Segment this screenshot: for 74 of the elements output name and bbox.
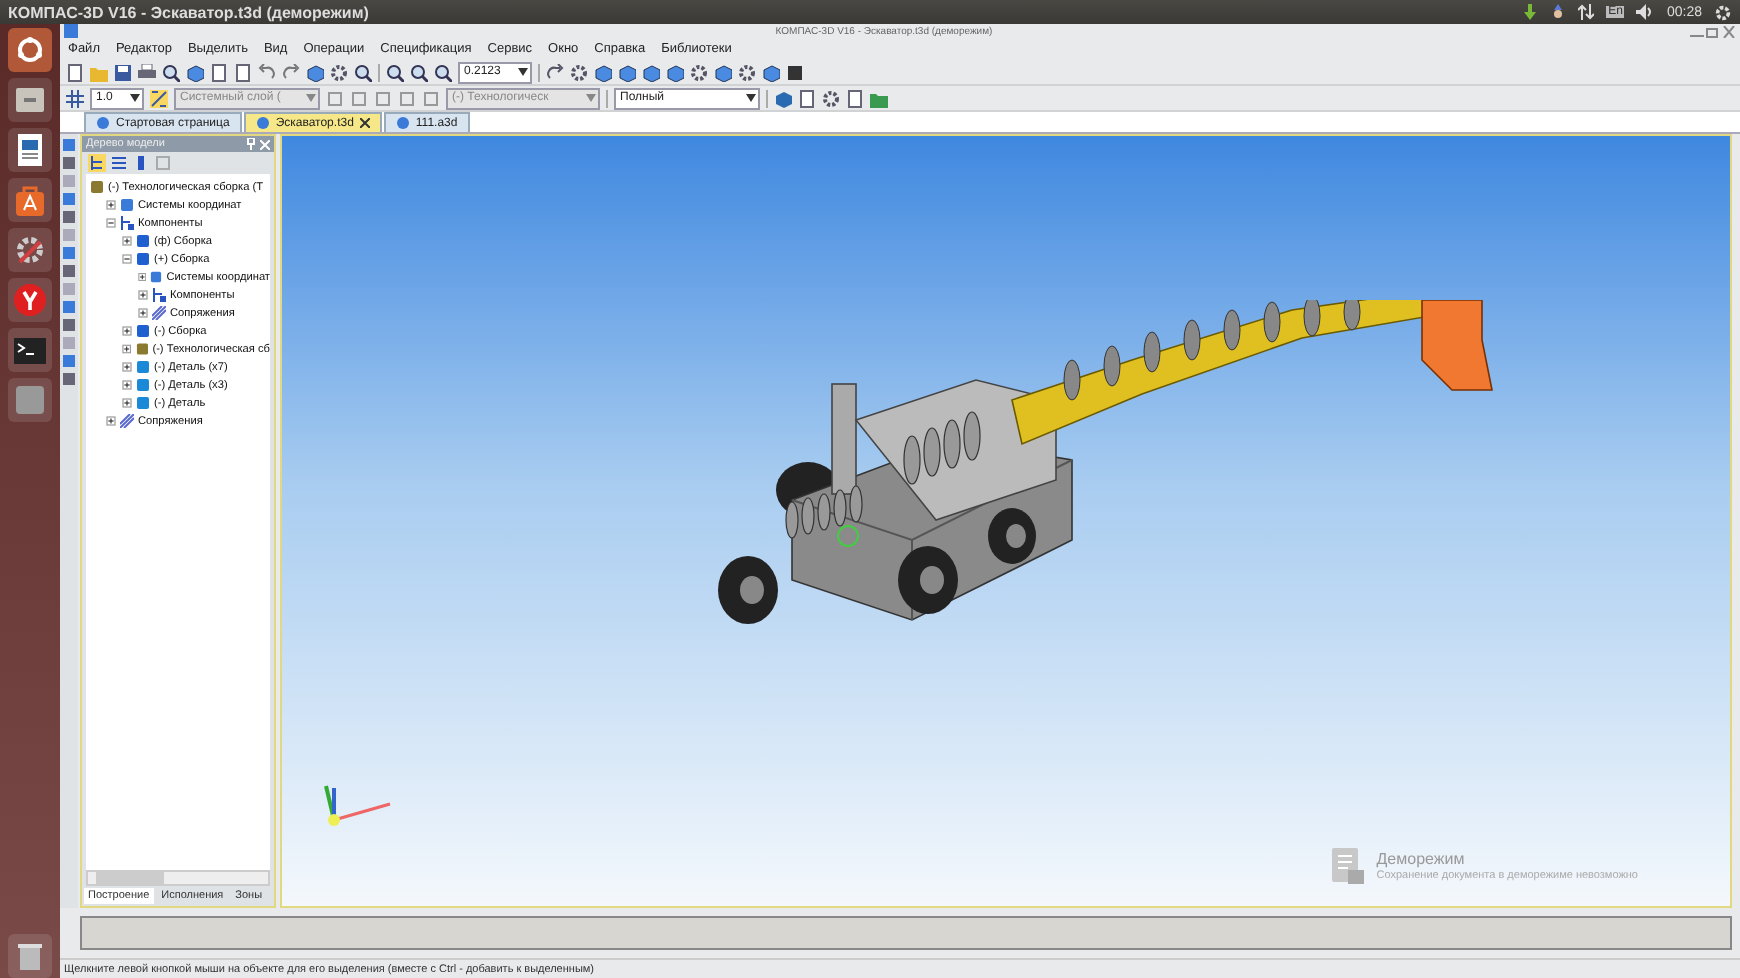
expand-toggle-icon[interactable] — [138, 308, 148, 318]
list-icon[interactable] — [110, 154, 128, 172]
download-arrow-icon[interactable] — [1522, 4, 1539, 20]
browser-button[interactable] — [8, 278, 52, 322]
home-button[interactable] — [8, 28, 52, 72]
expand-toggle-icon[interactable] — [122, 236, 132, 246]
caret-icon — [586, 94, 596, 102]
zoom-out-icon[interactable] — [434, 63, 452, 81]
expand-toggle-icon[interactable] — [122, 380, 132, 390]
software-center-button[interactable] — [8, 178, 52, 222]
horizontal-scrollbar[interactable] — [86, 870, 270, 886]
cube-icon[interactable] — [306, 63, 324, 81]
wizard-icon[interactable] — [1550, 4, 1567, 20]
document-icon — [16, 134, 44, 166]
terminal-icon — [14, 337, 46, 363]
locked-document-icon — [1330, 846, 1367, 886]
terminal-button[interactable] — [8, 328, 52, 372]
coordinate-system-icon — [120, 198, 134, 212]
expand-toggle-icon[interactable] — [122, 344, 132, 354]
snap-icon[interactable] — [150, 89, 168, 107]
component-icon — [120, 216, 134, 230]
power-gear-icon[interactable] — [1714, 3, 1732, 21]
tree-structure-icon[interactable] — [88, 154, 106, 172]
component-icon — [152, 288, 166, 302]
expand-toggle-icon[interactable] — [138, 290, 148, 300]
window-title: КОМПАС-3D V16 - Эскаватор.t3d (деморежим) — [8, 3, 369, 21]
document-icon — [255, 116, 270, 130]
settings-icon — [14, 234, 46, 266]
chain-icon — [120, 414, 134, 428]
close-icon[interactable] — [359, 118, 370, 128]
document-icon — [395, 116, 410, 130]
document-icon — [96, 116, 110, 130]
pin-icon[interactable] — [246, 138, 256, 150]
volume-icon[interactable] — [1636, 4, 1655, 20]
expand-toggle-icon[interactable] — [106, 416, 116, 426]
app-logo-icon — [64, 24, 78, 38]
gear-icon[interactable] — [330, 63, 348, 81]
expand-toggle-icon[interactable] — [122, 326, 132, 336]
ubuntu-logo-icon — [16, 36, 44, 64]
settings-button[interactable] — [8, 228, 52, 272]
expand-toggle-icon[interactable] — [122, 254, 132, 264]
file-cabinet-icon — [14, 86, 46, 114]
caret-icon — [746, 94, 756, 102]
zoom-in-icon[interactable] — [386, 63, 404, 81]
scrollbar-thumb[interactable] — [96, 872, 164, 884]
shopping-bag-icon — [14, 184, 46, 216]
help-button[interactable] — [8, 378, 52, 422]
redo-icon[interactable] — [282, 63, 300, 81]
restore-icon[interactable] — [1705, 25, 1720, 37]
caret-icon — [130, 94, 140, 102]
expand-toggle-icon[interactable] — [106, 218, 116, 228]
caret-icon — [518, 68, 528, 76]
expand-toggle-icon[interactable] — [122, 362, 132, 372]
trash-icon — [18, 942, 42, 970]
rotate-icon[interactable] — [546, 63, 564, 81]
files-button[interactable] — [8, 78, 52, 122]
writer-button[interactable] — [8, 128, 52, 172]
zoom-icon[interactable] — [410, 63, 428, 81]
browser-icon — [14, 284, 46, 316]
new-file-icon[interactable] — [66, 63, 84, 81]
undo-icon[interactable] — [258, 63, 276, 81]
coordinate-system-icon — [150, 270, 163, 284]
print-icon[interactable] — [138, 63, 156, 81]
component-icon — [90, 180, 104, 194]
preview-icon[interactable] — [162, 63, 180, 81]
blank-tile-icon — [16, 386, 44, 414]
expand-toggle-icon[interactable] — [122, 398, 132, 408]
expand-toggle-icon[interactable] — [106, 200, 116, 210]
chain-icon — [152, 306, 166, 320]
trash-button[interactable] — [8, 934, 52, 978]
network-arrows-icon[interactable] — [1578, 4, 1595, 20]
caret-icon — [306, 94, 316, 102]
expand-toggle-icon[interactable] — [138, 272, 147, 282]
notice-title: Деморежим — [1376, 850, 1467, 868]
